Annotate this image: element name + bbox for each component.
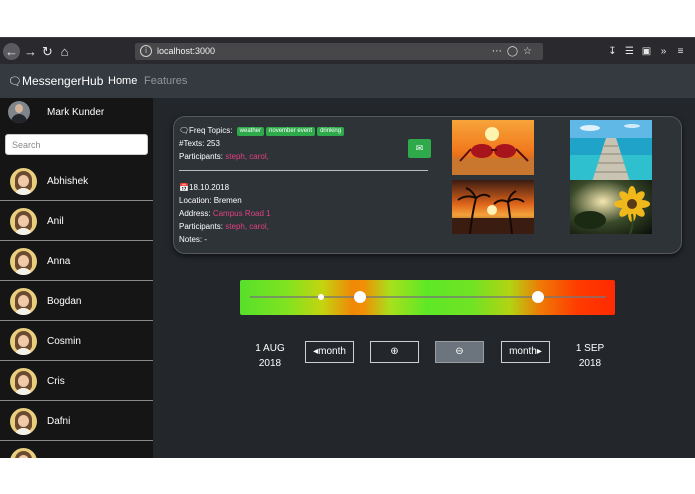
- search-input[interactable]: [5, 134, 148, 155]
- avatar: [8, 101, 30, 123]
- avatar: [10, 408, 37, 435]
- slider-marker[interactable]: [318, 294, 325, 300]
- nav-link-home[interactable]: Home: [108, 73, 137, 89]
- next-month-button[interactable]: month▸: [501, 341, 550, 363]
- overflow-icon[interactable]: »: [655, 43, 672, 60]
- range-end-date: 1 SEP 2018: [575, 343, 605, 369]
- star-icon[interactable]: ☆: [523, 46, 537, 57]
- current-user-name: Mark Kunder: [47, 107, 105, 118]
- avatar: [10, 448, 37, 458]
- url-text[interactable]: localhost:3000: [157, 45, 215, 58]
- zoom-out-icon: ⊖: [455, 346, 464, 357]
- topic-badge: weather: [236, 127, 265, 136]
- participants-list[interactable]: steph, carol,: [225, 152, 269, 161]
- contact-item[interactable]: Anil: [0, 201, 153, 241]
- avatar: [10, 288, 37, 315]
- address-link[interactable]: Campus Road 1: [213, 209, 271, 218]
- current-user: Mark Kunder: [0, 98, 153, 128]
- sunglasses-beach-photo[interactable]: [452, 120, 534, 175]
- sidebar-icon[interactable]: ▣: [638, 43, 655, 60]
- brand[interactable]: 🗨MessengerHub: [8, 73, 103, 90]
- avatar: [10, 248, 37, 275]
- avatar: [10, 368, 37, 395]
- contact-name: Dafni: [47, 416, 71, 427]
- forward-arrow-icon[interactable]: →: [22, 43, 39, 60]
- event-location: Location: Bremen: [179, 196, 242, 205]
- page-bottom: [0, 458, 695, 494]
- slider-end-handle[interactable]: [532, 291, 545, 303]
- pocket-icon[interactable]: ◯: [507, 46, 523, 57]
- topic-badge: november event: [266, 127, 316, 136]
- back-arrow-icon[interactable]: ←: [3, 43, 20, 60]
- zoom-in-icon: ⊕: [390, 346, 399, 357]
- brand-name: MessengerHub: [22, 74, 104, 88]
- sunflower-photo[interactable]: [570, 180, 652, 234]
- chat-bubbles-icon: 🗨: [179, 126, 190, 135]
- contact-name: Anil: [47, 216, 64, 227]
- contact-item[interactable]: Dafni: [0, 401, 153, 441]
- info-icon[interactable]: i: [140, 45, 152, 57]
- contact-item[interactable]: Bogdan: [0, 281, 153, 321]
- more-icon[interactable]: ⋯: [492, 46, 507, 57]
- main-panel: 🗨Freq Topics: weather november event drink…: [153, 98, 695, 458]
- freq-topics: 🗨Freq Topics: weather november event drink…: [179, 125, 345, 136]
- event-notes: Notes: -: [179, 235, 208, 244]
- avatar: [10, 208, 37, 235]
- conversation-summary-card: 🗨Freq Topics: weather november event drink…: [173, 116, 682, 254]
- slider-track[interactable]: [250, 296, 606, 298]
- library-icon[interactable]: ☰: [621, 43, 638, 60]
- contact-name: Bogdan: [47, 296, 82, 307]
- timeline-range-slider[interactable]: [240, 280, 615, 315]
- nav-link-features[interactable]: Features: [144, 73, 187, 89]
- palm-sunset-photo[interactable]: [452, 180, 534, 234]
- pier-ocean-photo[interactable]: [570, 120, 652, 182]
- menu-icon[interactable]: ≡: [672, 43, 689, 60]
- zoom-out-button[interactable]: ⊖: [435, 341, 484, 363]
- range-start-date: 1 AUG 2018: [255, 343, 285, 369]
- event-participants-list[interactable]: steph, carol,: [225, 222, 269, 231]
- contact-name: Anna: [47, 256, 71, 267]
- calendar-icon: 📅: [179, 183, 189, 192]
- contact-item[interactable]: [0, 441, 153, 458]
- divider: [179, 170, 428, 171]
- browser-toolbar: ← → ↻ ⌂ i localhost:3000 ⋯◯☆ ↧ ☰ ▣» ≡: [0, 37, 695, 64]
- topic-badge: drinking: [317, 127, 345, 136]
- message-button[interactable]: ✉: [408, 139, 431, 158]
- home-icon[interactable]: ⌂: [56, 43, 73, 60]
- contact-name: Cris: [47, 376, 65, 387]
- slider-start-handle[interactable]: [354, 291, 367, 303]
- text-count: #Texts: 253: [179, 139, 220, 148]
- event-date: 📅18.10.2018: [179, 183, 230, 192]
- avatar: [10, 328, 37, 355]
- contact-item[interactable]: Cris: [0, 361, 153, 401]
- envelope-icon: ✉: [415, 143, 424, 153]
- contact-name: Cosmin: [47, 336, 81, 347]
- download-icon[interactable]: ↧: [604, 43, 621, 60]
- chat-bubbles-icon: 🗨: [8, 76, 22, 88]
- participants: Participants: steph, carol,: [179, 152, 269, 161]
- event-participants: Participants: steph, carol,: [179, 222, 269, 231]
- zoom-in-button[interactable]: ⊕: [370, 341, 419, 363]
- contacts-sidebar: Mark Kunder Abhishek Anil Anna Bogdan Co…: [0, 98, 153, 458]
- caret-right-icon: ▸: [536, 346, 542, 357]
- contact-item[interactable]: Cosmin: [0, 321, 153, 361]
- contact-name: Abhishek: [47, 176, 89, 187]
- app-navbar: 🗨MessengerHub Home Features: [0, 64, 695, 98]
- reload-icon[interactable]: ↻: [39, 43, 56, 60]
- event-address: Address: Campus Road 1: [179, 209, 271, 218]
- contact-item[interactable]: Abhishek: [0, 161, 153, 201]
- contact-item[interactable]: Anna: [0, 241, 153, 281]
- url-bar[interactable]: i localhost:3000 ⋯◯☆: [135, 43, 543, 60]
- prev-month-button[interactable]: ◂month: [305, 341, 354, 363]
- avatar: [10, 168, 37, 195]
